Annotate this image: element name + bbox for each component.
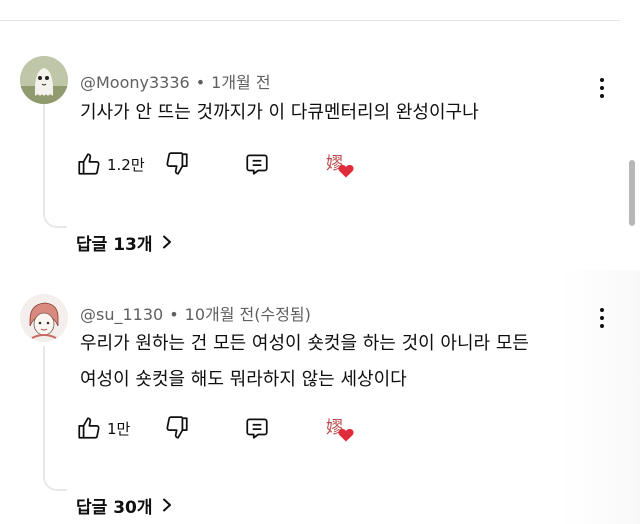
dislike-button[interactable] [164, 412, 190, 444]
replies-count: 답글 13개 [76, 234, 153, 255]
reply-comment-icon [246, 418, 268, 439]
replies-count: 답글 30개 [76, 497, 153, 518]
heart-icon [338, 428, 354, 442]
timestamp[interactable]: 1개월 전 [211, 73, 270, 92]
thread-line [43, 346, 45, 472]
heart-icon [338, 164, 354, 178]
meta-separator: • [169, 305, 179, 324]
creator-heart-badge: 嫪 [326, 418, 356, 448]
like-button[interactable]: 1만 [76, 412, 130, 444]
view-replies-button[interactable]: 답글 30개 [76, 492, 173, 518]
reply-button[interactable] [244, 148, 270, 180]
view-replies-button[interactable]: 답글 13개 [76, 229, 173, 255]
comment-text: 기사가 안 뜨는 것까지가 이 다큐멘터리의 완성이구나 [80, 102, 479, 123]
more-vertical-icon[interactable] [592, 76, 612, 100]
thumbs-up-icon [78, 417, 100, 439]
like-count: 1만 [107, 419, 131, 438]
author-handle[interactable]: @Moony3336 [80, 73, 190, 92]
timestamp[interactable]: 10개월 전(수정됨) [185, 305, 311, 324]
thumbs-down-icon [166, 416, 188, 439]
avatar[interactable] [20, 56, 68, 104]
like-count: 1.2만 [107, 155, 145, 174]
author-handle[interactable]: @su_1130 [80, 305, 163, 324]
chevron-right-icon [162, 498, 171, 512]
thread-curve [43, 208, 67, 228]
scrollbar[interactable] [629, 160, 635, 226]
reply-button[interactable] [244, 412, 270, 444]
thread-line [43, 104, 45, 209]
thread-curve [43, 471, 67, 491]
thumbs-down-icon [166, 152, 188, 175]
thumbs-up-icon [78, 153, 100, 175]
comment-meta: @su_1130 • 10개월 전(수정됨) [80, 301, 311, 325]
dislike-button[interactable] [164, 148, 190, 180]
avatar-drawing-image [20, 294, 68, 342]
top-divider [0, 20, 620, 21]
comment-text: 우리가 원하는 건 모든 여성이 숏컷을 하는 것이 아니라 모든 여성이 숏컷… [80, 329, 620, 395]
comment-text-line: 여성이 숏컷을 해도 뭐라하지 않는 세상이다 [80, 369, 407, 390]
more-vertical-icon[interactable] [592, 306, 612, 330]
chevron-right-icon [162, 235, 171, 249]
avatar[interactable] [20, 294, 68, 342]
like-button[interactable]: 1.2만 [76, 148, 145, 180]
meta-separator: • [195, 73, 206, 92]
comment-meta: @Moony3336 • 1개월 전 [80, 69, 271, 93]
avatar-ghost-image [20, 56, 68, 104]
comment-text-line: 우리가 원하는 건 모든 여성이 숏컷을 하는 것이 아니라 모든 [80, 333, 529, 354]
creator-heart-badge: 嫪 [326, 154, 356, 184]
reply-comment-icon [246, 154, 268, 175]
